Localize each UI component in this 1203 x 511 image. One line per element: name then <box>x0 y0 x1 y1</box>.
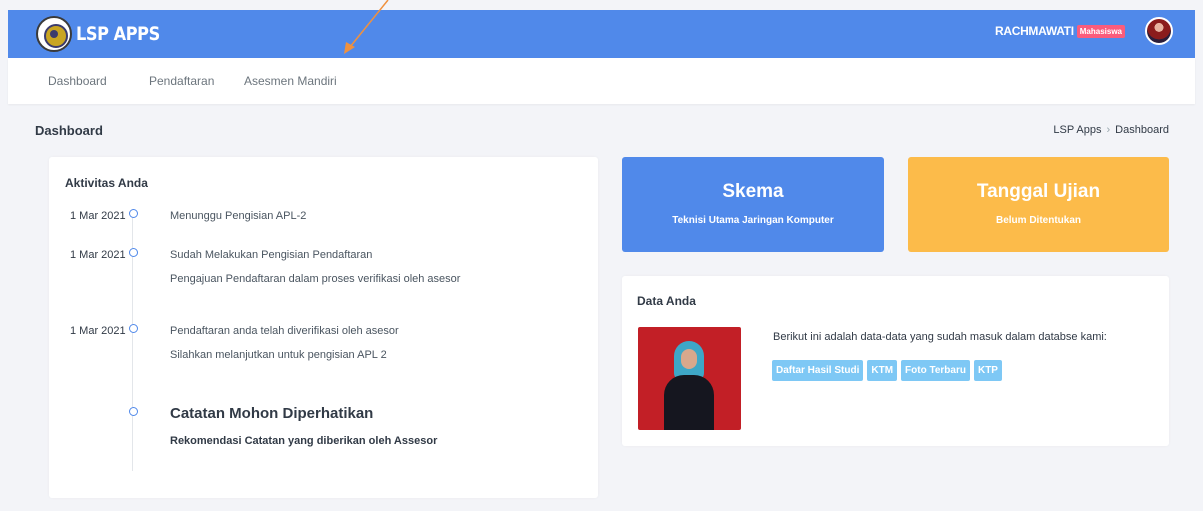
skema-value: Teknisi Utama Jaringan Komputer <box>672 215 834 226</box>
timeline-dot-icon <box>129 248 138 257</box>
note-title: Catatan Mohon Diperhatikan <box>170 405 374 422</box>
avatar[interactable] <box>1145 17 1173 45</box>
nav-item-dashboard[interactable]: Dashboard <box>48 74 107 88</box>
skema-tile: Skema Teknisi Utama Jaringan Komputer <box>622 157 884 252</box>
page-title: Dashboard <box>35 123 103 138</box>
breadcrumb-home[interactable]: LSP Apps <box>1053 124 1101 136</box>
data-anda-card: Data Anda Berikut ini adalah data-data y… <box>622 276 1169 446</box>
timeline-dot-icon <box>129 209 138 218</box>
tag-ktp[interactable]: KTP <box>973 360 1002 381</box>
timeline-text: Pendaftaran anda telah diverifikasi oleh… <box>170 325 399 337</box>
lsp-seal-icon <box>36 16 72 52</box>
timeline-date: 1 Mar 2021 <box>70 210 126 222</box>
tanggal-ujian-value: Belum Ditentukan <box>995 215 1081 226</box>
note-subtitle: Rekomendasi Catatan yang diberikan oleh … <box>170 435 438 447</box>
nav-bar: Dashboard Pendaftaran Asesmen Mandiri <box>8 58 1195 104</box>
timeline-text: Sudah Melakukan Pengisian Pendaftaran <box>170 249 373 261</box>
user-menu[interactable]: RACHMAWATI Mahasiswa <box>995 17 1173 45</box>
activity-card: Aktivitas Anda 1 Mar 2021 Menunggu Pengi… <box>49 157 598 498</box>
user-role-badge: Mahasiswa <box>1076 24 1125 38</box>
timeline-text: Menunggu Pengisian APL-2 <box>170 210 307 222</box>
tanggal-ujian-title: Tanggal Ujian <box>976 181 1101 202</box>
tag-foto-terbaru[interactable]: Foto Terbaru <box>901 360 970 381</box>
chevron-right-icon: › <box>1106 124 1111 136</box>
top-bar: LSP APPS RACHMAWATI Mahasiswa <box>8 10 1195 58</box>
timeline-subtext: Pengajuan Pendaftaran dalam proses verif… <box>170 273 461 285</box>
tag-ktm[interactable]: KTM <box>867 360 898 381</box>
data-anda-text: Berikut ini adalah data-data yang sudah … <box>773 331 1107 343</box>
breadcrumb: LSP Apps › Dashboard <box>1053 124 1169 136</box>
activity-title: Aktivitas Anda <box>65 176 148 190</box>
timeline-dot-icon <box>129 324 138 333</box>
tanggal-ujian-tile: Tanggal Ujian Belum Ditentukan <box>908 157 1169 252</box>
timeline-dot-icon <box>129 407 138 416</box>
document-tags: Daftar Hasil Studi KTM Foto Terbaru KTP <box>772 360 1006 381</box>
data-anda-title: Data Anda <box>637 294 696 308</box>
app-title: LSP APPS <box>76 23 160 45</box>
tag-daftar-hasil-studi[interactable]: Daftar Hasil Studi <box>772 360 864 381</box>
app-logo[interactable]: LSP APPS <box>36 16 175 52</box>
breadcrumb-current: Dashboard <box>1115 124 1169 136</box>
user-name: RACHMAWATI <box>994 24 1074 38</box>
skema-title: Skema <box>722 181 784 202</box>
nav-item-pendaftaran[interactable]: Pendaftaran <box>149 74 214 88</box>
timeline-subtext: Silahkan melanjutkan untuk pengisian APL… <box>170 349 387 361</box>
timeline-date: 1 Mar 2021 <box>70 249 126 261</box>
profile-photo <box>638 327 741 430</box>
timeline-date: 1 Mar 2021 <box>70 325 126 337</box>
nav-item-asesmen-mandiri[interactable]: Asesmen Mandiri <box>244 74 337 88</box>
